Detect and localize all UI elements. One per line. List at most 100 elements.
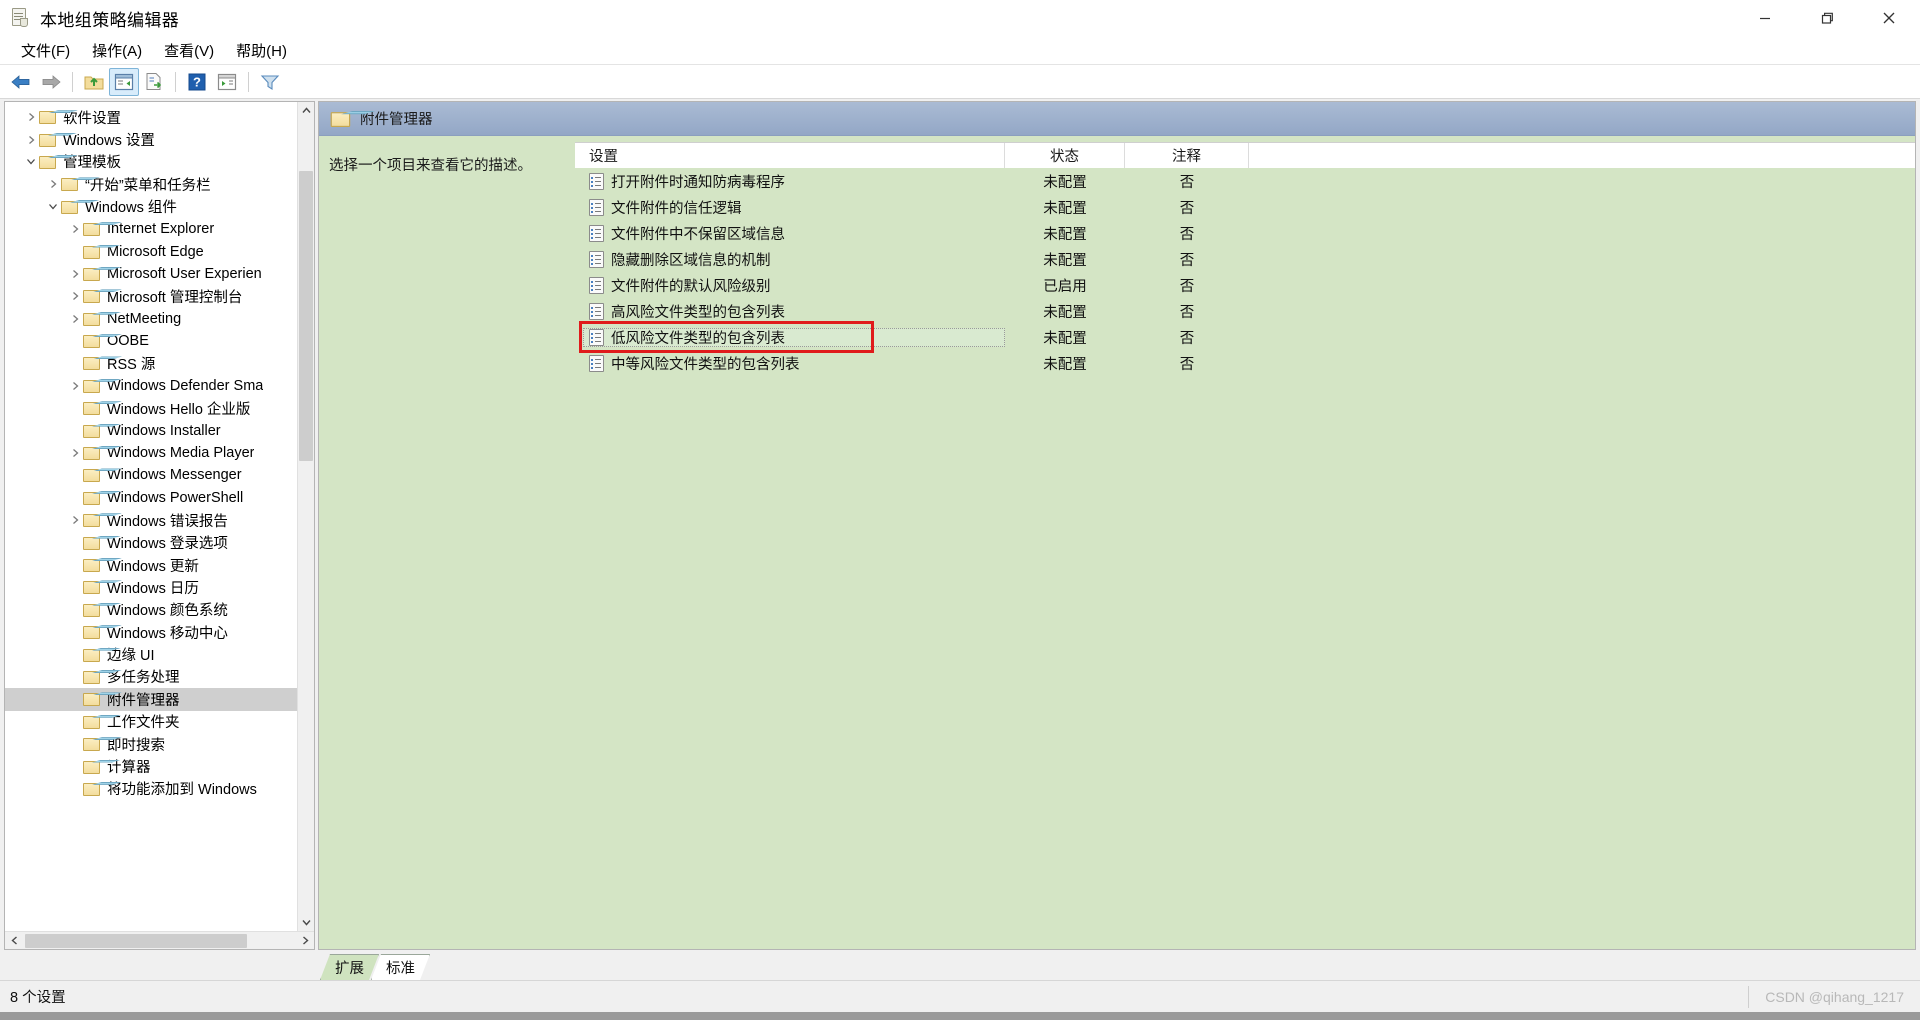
close-button[interactable] [1858, 0, 1920, 37]
folder-icon [83, 715, 101, 729]
maximize-button[interactable] [1796, 0, 1858, 37]
tree-item[interactable]: 多任务处理 [5, 666, 297, 688]
settings-list-body[interactable]: 打开附件时通知防病毒程序 未配置否文件附件的信任逻辑 未配置否文件附件中不保留区域信… [575, 168, 1915, 949]
tree-item[interactable]: Windows Media Player [5, 442, 297, 464]
table-row[interactable]: 低风险文件类型的包含列表 未配置 否 [575, 324, 1915, 350]
tree-item[interactable]: “开始”菜单和任务栏 [5, 173, 297, 195]
table-row[interactable]: 文件附件的默认风险级别 已启用 否 [575, 272, 1915, 298]
tree-scroll-thumb[interactable] [298, 171, 313, 461]
chevron-right-icon[interactable] [67, 291, 83, 301]
tree-item[interactable]: 计算器 [5, 755, 297, 777]
tree-item[interactable]: Windows Messenger [5, 464, 297, 486]
column-setting[interactable]: 设置 [575, 143, 1005, 168]
column-state[interactable]: 状态 [1005, 143, 1125, 168]
menu-action[interactable]: 操作(A) [81, 37, 153, 64]
console-tree-icon[interactable] [109, 67, 139, 96]
chevron-right-icon[interactable] [67, 314, 83, 324]
tree-item[interactable]: Microsoft Edge [5, 240, 297, 262]
tree-item[interactable]: Microsoft 管理控制台 [5, 285, 297, 307]
scroll-up-arrow[interactable] [297, 102, 314, 119]
tree-item-label: 边缘 UI [107, 648, 155, 665]
tree-item[interactable]: Windows 设置 [5, 128, 297, 150]
tree-item[interactable]: Windows Hello 企业版 [5, 397, 297, 419]
tree-item-label: Windows Defender Sma [107, 377, 264, 394]
tree-item[interactable]: Internet Explorer [5, 218, 297, 240]
tree-item[interactable]: Windows Installer [5, 419, 297, 441]
cell-setting: 文件附件的信任逻辑 [575, 197, 1005, 218]
menu-view[interactable]: 查看(V) [153, 37, 225, 64]
table-row[interactable]: 文件附件的信任逻辑 未配置 否 [575, 194, 1915, 220]
tree-item[interactable]: Windows 错误报告 [5, 509, 297, 531]
table-row[interactable]: 高风险文件类型的包含列表 未配置 否 [575, 298, 1915, 324]
folder-icon [83, 782, 101, 796]
policy-setting-icon [589, 224, 604, 242]
policy-tree[interactable]: 软件设置 Windows 设置 管理模板 “开始”菜单和任务栏 Windows 组件 In… [5, 102, 297, 931]
tree-item-selected[interactable]: 附件管理器 [5, 688, 297, 711]
up-folder-button[interactable] [79, 68, 109, 96]
tree-item[interactable]: OOBE [5, 330, 297, 352]
chevron-right-icon[interactable] [67, 515, 83, 525]
tree-vertical-scrollbar[interactable] [297, 102, 314, 931]
filter-funnel-icon[interactable] [255, 68, 285, 96]
table-row[interactable]: 文件附件中不保留区域信息 未配置 否 [575, 220, 1915, 246]
table-row[interactable]: 隐藏删除区域信息的机制 未配置 否 [575, 246, 1915, 272]
tree-item-label: Windows Messenger [107, 467, 242, 484]
scroll-right-arrow[interactable] [296, 932, 314, 950]
tree-item[interactable]: 边缘 UI [5, 643, 297, 665]
tree-item[interactable]: 工作文件夹 [5, 711, 297, 733]
column-comment[interactable]: 注释 [1125, 143, 1249, 168]
description-text: 选择一个项目来查看它的描述。 [329, 158, 532, 174]
tree-item[interactable]: Windows Defender Sma [5, 375, 297, 397]
chevron-right-icon[interactable] [23, 135, 39, 145]
tree-item[interactable]: 管理模板 [5, 151, 297, 173]
tree-item[interactable]: Windows 组件 [5, 196, 297, 218]
tree-item[interactable]: Windows 移动中心 [5, 621, 297, 643]
tree-hscroll-track[interactable] [23, 932, 296, 950]
question-mark-icon[interactable]: ? [182, 68, 212, 96]
tree-item[interactable]: Windows 颜色系统 [5, 599, 297, 621]
tree-item[interactable]: Windows 日历 [5, 576, 297, 598]
tree-item[interactable]: RSS 源 [5, 352, 297, 374]
back-button[interactable] [6, 68, 36, 96]
title-bar: 本地组策略编辑器 [0, 0, 1920, 37]
minimize-button[interactable] [1734, 0, 1796, 37]
scroll-down-arrow[interactable] [297, 914, 314, 931]
tab-standard[interactable]: 标准 [371, 954, 430, 980]
policy-setting-icon [589, 276, 604, 294]
chevron-right-icon[interactable] [45, 179, 61, 189]
tree-item-label: Microsoft Edge [107, 243, 204, 260]
tree-item[interactable]: Windows 登录选项 [5, 531, 297, 553]
chevron-down-icon[interactable] [45, 202, 61, 211]
tree-hscroll-thumb[interactable] [25, 933, 247, 948]
tree-item[interactable]: 将功能添加到 Windows [5, 778, 297, 800]
setting-name: 文件附件的默认风险级别 [611, 278, 771, 295]
tree-item[interactable]: 软件设置 [5, 106, 297, 128]
folder-icon [83, 312, 101, 326]
chevron-right-icon[interactable] [67, 448, 83, 458]
export-list-button[interactable] [139, 68, 169, 96]
forward-button[interactable] [36, 68, 66, 96]
folder-icon [83, 536, 101, 550]
chevron-down-icon[interactable] [23, 157, 39, 166]
tab-extended[interactable]: 扩展 [320, 954, 379, 980]
tree-item[interactable]: Microsoft User Experien [5, 263, 297, 285]
setting-name: 高风险文件类型的包含列表 [611, 304, 785, 321]
tree-item[interactable]: 即时搜索 [5, 733, 297, 755]
table-row[interactable]: 打开附件时通知防病毒程序 未配置 否 [575, 168, 1915, 194]
tree-item[interactable]: Windows 更新 [5, 554, 297, 576]
menu-help[interactable]: 帮助(H) [225, 37, 298, 64]
tree-item[interactable]: NetMeeting [5, 308, 297, 330]
tree-scroll-track[interactable] [297, 119, 314, 914]
tree-horizontal-scrollbar[interactable] [5, 931, 314, 949]
scroll-left-arrow[interactable] [5, 932, 23, 950]
chevron-right-icon[interactable] [67, 381, 83, 391]
table-row[interactable]: 中等风险文件类型的包含列表 未配置 否 [575, 350, 1915, 376]
chevron-right-icon[interactable] [23, 112, 39, 122]
menu-file[interactable]: 文件(F) [10, 37, 81, 64]
show-pane-icon[interactable] [212, 68, 242, 96]
chevron-right-icon[interactable] [67, 269, 83, 279]
tree-item[interactable]: Windows PowerShell [5, 487, 297, 509]
setting-name: 中等风险文件类型的包含列表 [611, 356, 800, 373]
chevron-right-icon[interactable] [67, 224, 83, 234]
policy-setting-icon [589, 198, 604, 216]
